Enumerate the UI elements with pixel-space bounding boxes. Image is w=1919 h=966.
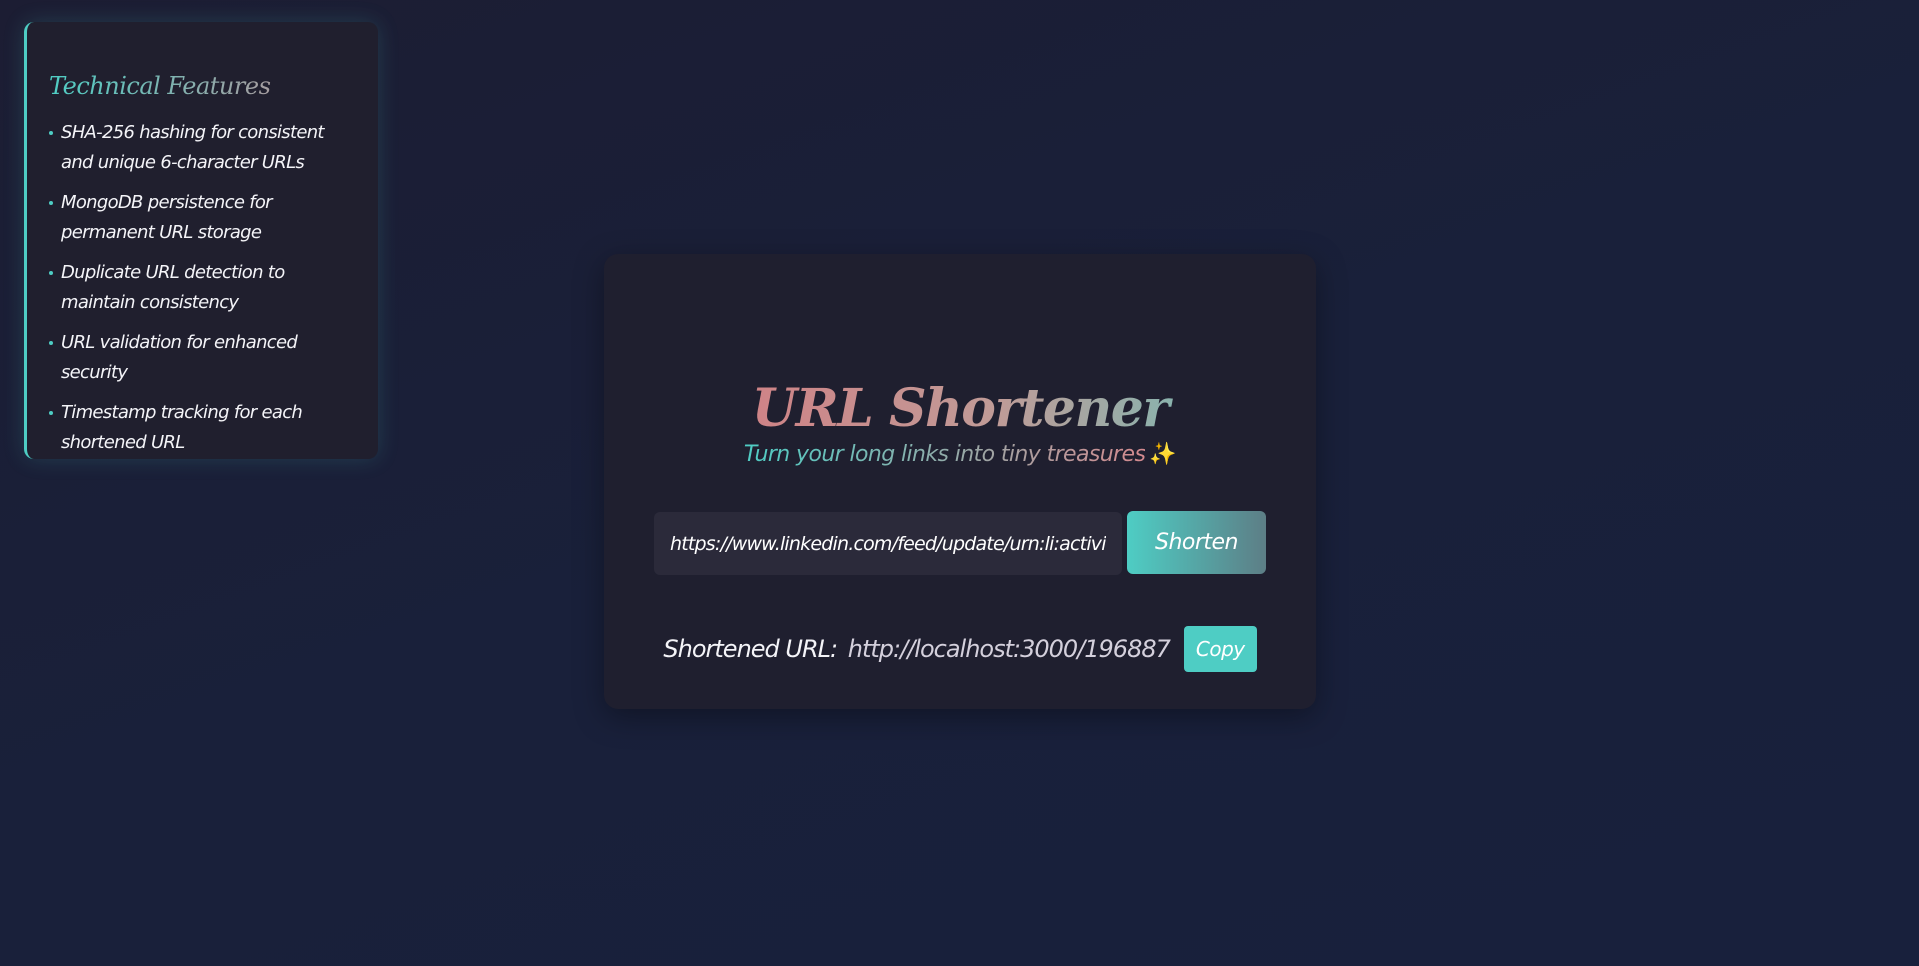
feature-item: Timestamp tracking for each shortened UR…: [49, 398, 358, 458]
copy-button[interactable]: Copy: [1183, 626, 1257, 672]
feature-text: URL validation for enhanced security: [61, 332, 298, 383]
feature-text: MongoDB persistence for permanent URL st…: [61, 192, 273, 243]
bullet-icon: [49, 411, 53, 415]
feature-text: SHA-256 hashing for consistent and uniqu…: [61, 122, 324, 173]
bullet-icon: [49, 201, 53, 205]
features-panel: Technical Features SHA-256 hashing for c…: [24, 22, 378, 459]
result-label: Shortened URL:: [663, 635, 838, 663]
tagline: Turn your long links into tiny treasures…: [604, 442, 1316, 467]
shortened-url-link[interactable]: http://localhost:3000/196887: [848, 635, 1171, 663]
shortener-card: URL Shortener Turn your long links into …: [604, 254, 1316, 709]
bullet-icon: [49, 271, 53, 275]
bullet-icon: [49, 131, 53, 135]
result-label-wrap: Shortened URL: http://localhost:3000/196…: [663, 635, 1171, 663]
feature-text: Duplicate URL detection to maintain cons…: [61, 262, 285, 313]
bullet-icon: [49, 341, 53, 345]
features-list: SHA-256 hashing for consistent and uniqu…: [49, 118, 358, 458]
page-title: URL Shortener: [604, 374, 1316, 444]
features-title: Technical Features: [49, 72, 358, 100]
feature-item: SHA-256 hashing for consistent and uniqu…: [49, 118, 358, 178]
sparkles-icon: ✨: [1149, 442, 1177, 467]
feature-item: URL validation for enhanced security: [49, 328, 358, 388]
feature-text: Timestamp tracking for each shortened UR…: [61, 402, 303, 453]
feature-item: Duplicate URL detection to maintain cons…: [49, 258, 358, 318]
feature-item: MongoDB persistence for permanent URL st…: [49, 188, 358, 248]
shorten-button[interactable]: Shorten: [1127, 511, 1266, 574]
tagline-text: Turn your long links into tiny treasures: [743, 442, 1146, 467]
result-row: Shortened URL: http://localhost:3000/196…: [604, 626, 1316, 672]
url-input[interactable]: [654, 512, 1122, 575]
